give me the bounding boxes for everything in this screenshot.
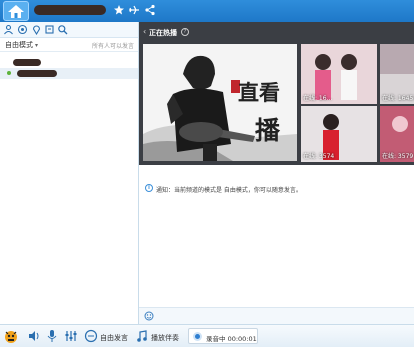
emoji-icon[interactable] [144,311,154,321]
channel-panel: ‹ 正在热播 ? 直看 播 在线: 16... 在线: 16457 在线: 35… [138,22,414,324]
online-count: 在线: 16457 [382,95,414,102]
online-count: 在线: 16... [303,95,333,102]
chevron-down-icon: ▾ [35,42,39,49]
user-name-redacted [13,59,41,66]
mode-label: 自由模式 [5,41,33,49]
stream-thumbnail[interactable]: 在线: 16... [301,44,377,104]
recording-indicator[interactable]: 录音中 00:00:01 [188,328,258,344]
stream-thumbnail[interactable]: 在线: 3574 [301,106,377,162]
badge-icon[interactable] [17,24,28,35]
left-toolbar [0,22,138,38]
mode-row: 自由模式 ▾ 所有人可以发言 [0,38,138,52]
back-arrow-icon[interactable]: ‹ [143,27,146,36]
chat-area[interactable] [139,200,414,307]
stream-thumbnail[interactable]: 在线: 16457 [380,44,414,104]
user-name-redacted [17,70,57,77]
info-icon[interactable]: ? [181,28,189,36]
record-icon [193,332,202,341]
channel-notice: i 通知：当前频道的模式是 自由模式，你可以随意发言。 [145,184,409,194]
free-speak-button[interactable]: 自由发言 [100,333,128,343]
channel-title-redacted [34,5,106,15]
flag-icon[interactable] [44,24,55,35]
microphone-icon[interactable] [45,329,59,343]
search-icon[interactable] [57,24,68,35]
people-icon[interactable] [3,24,14,35]
location-pin-icon[interactable] [31,24,42,35]
speaker-icon[interactable] [27,329,41,343]
banner-title-line-2: 播 [255,116,281,145]
list-item[interactable] [0,68,138,79]
online-count: 在线: 3574 [303,153,335,160]
live-header: ‹ 正在热播 ? [139,22,414,42]
equalizer-icon[interactable] [64,329,78,343]
free-speak-icon[interactable] [84,329,98,343]
online-status-icon [7,71,11,75]
mode-hint: 所有人可以发言 [91,43,134,50]
airplane-icon[interactable] [128,4,140,16]
featured-stream-banner[interactable]: 直看 播 [143,44,297,161]
bottom-toolbar: 自由发言 播放伴奏 录音中 00:00:01 [0,324,414,347]
title-bar [0,0,414,22]
play-music-button[interactable]: 播放伴奏 [151,333,179,343]
live-title: 正在热播 [149,29,177,37]
star-icon[interactable] [113,4,125,16]
user-list [0,52,138,324]
message-input-bar[interactable] [139,307,414,324]
online-count: 在线: 3579 [382,153,414,160]
list-item[interactable] [0,58,138,68]
notice-text: 通知：当前频道的模式是 自由模式，你可以随意发言。 [156,187,302,194]
mode-dropdown[interactable]: 自由模式 ▾ [5,40,38,50]
share-icon[interactable] [144,4,156,16]
info-icon: i [145,184,153,192]
stream-thumbnail[interactable]: 在线: 3579 [380,106,414,162]
banner-title-line-1: 直看 [238,80,280,105]
recording-timer: 录音中 00:00:01 [206,335,257,343]
home-icon[interactable] [3,1,29,21]
live-panel: ‹ 正在热播 ? 直看 播 在线: 16... 在线: 16457 在线: 35… [139,22,414,165]
music-note-icon[interactable] [135,329,149,343]
mascot-icon[interactable] [3,328,19,344]
